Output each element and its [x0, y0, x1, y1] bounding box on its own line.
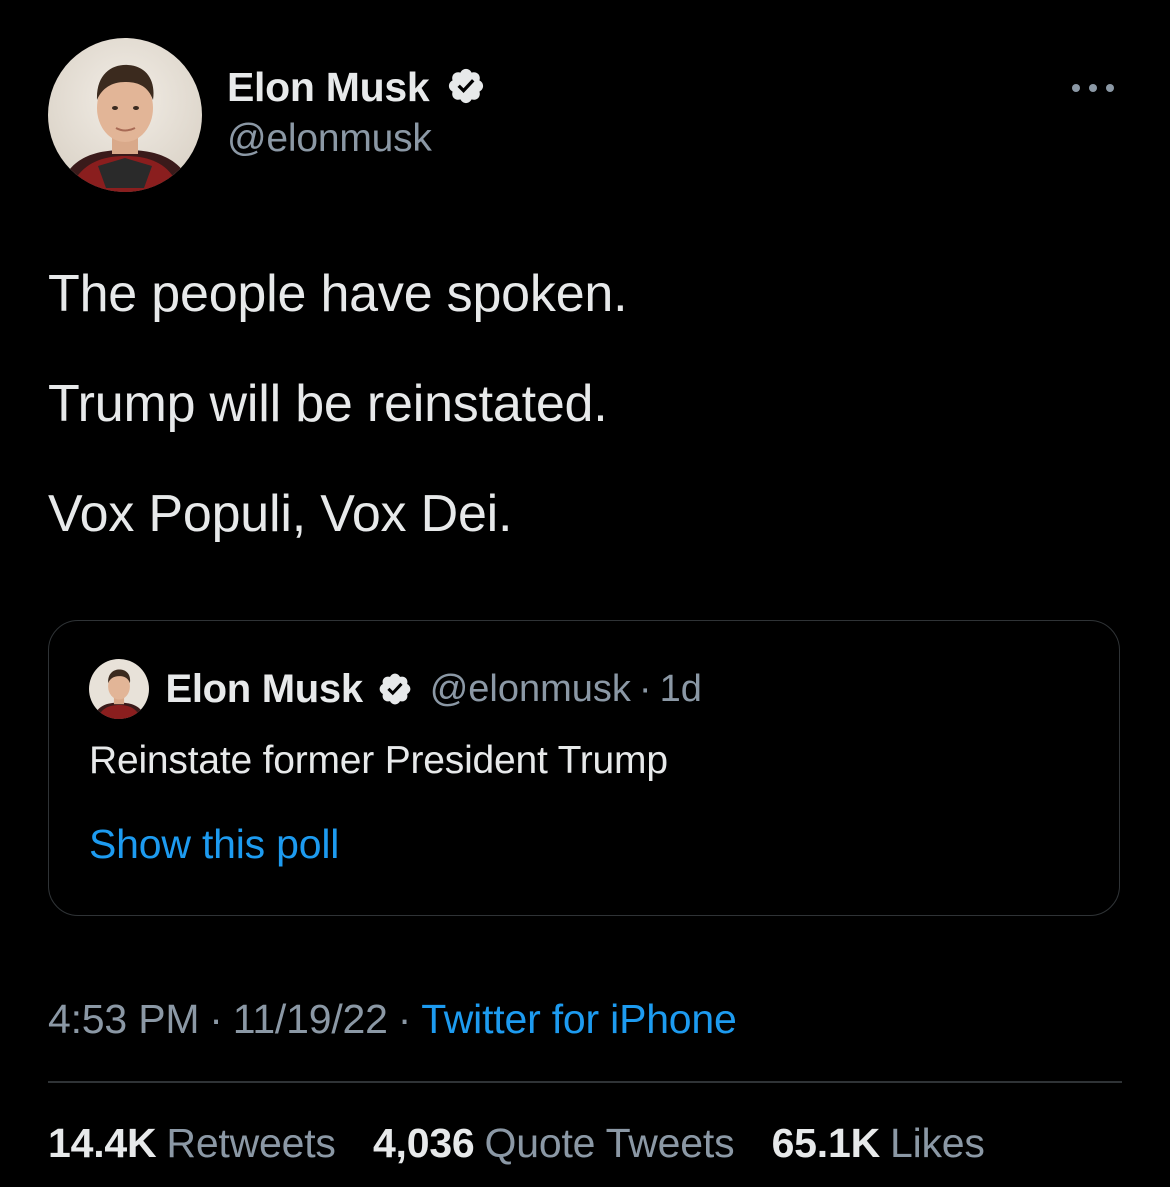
quoted-author-handle: @elonmusk [429, 667, 631, 710]
author-handle[interactable]: @elonmusk [227, 117, 486, 161]
tweet-author-row: Elon Musk @elonmusk [48, 38, 1122, 192]
show-poll-link[interactable]: Show this poll [89, 821, 339, 868]
more-horizontal-icon[interactable] [1068, 78, 1118, 98]
meta-separator: · [209, 996, 223, 1042]
likes-stat[interactable]: 65.1K Likes [772, 1120, 985, 1167]
tweet-text-line: Trump will be reinstated. [48, 375, 608, 433]
tweet-stats: 14.4K Retweets 4,036 Quote Tweets 65.1K Lik… [48, 1120, 1011, 1167]
retweets-stat[interactable]: 14.4K Retweets [48, 1120, 336, 1167]
quote-tweets-label: Quote Tweets [484, 1120, 735, 1166]
tweet-text-line: Vox Populi, Vox Dei. [48, 485, 513, 543]
tweet-text-line: The people have spoken. [48, 265, 628, 323]
quoted-author-avatar [89, 659, 149, 719]
quoted-tweet-card[interactable]: Elon Musk @elonmusk · 1d Reinstate former … [48, 620, 1120, 916]
quoted-tweet-age: 1d [659, 667, 702, 710]
verified-badge-icon [446, 66, 486, 106]
meta-separator: · [397, 996, 412, 1042]
likes-label: Likes [890, 1120, 985, 1166]
author-avatar[interactable] [48, 38, 202, 192]
author-display-name[interactable]: Elon Musk [227, 64, 430, 111]
quoted-separator: · [638, 667, 652, 710]
verified-badge-icon [377, 671, 413, 707]
quote-tweets-stat[interactable]: 4,036 Quote Tweets [372, 1120, 735, 1167]
quoted-author-display-name: Elon Musk [165, 666, 363, 711]
tweet-body: The people have spoken. Trump will be re… [48, 264, 1118, 594]
retweets-label: Retweets [166, 1120, 336, 1166]
quoted-tweet-header: Elon Musk @elonmusk · 1d [89, 659, 702, 719]
tweet-meta: 4:53 PM · 11/19/22 · Twitter for iPhone [48, 996, 737, 1043]
author-name-block: Elon Musk @elonmusk [227, 64, 486, 161]
tweet-date[interactable]: 11/19/22 [233, 996, 388, 1042]
retweets-count: 14.4K [48, 1120, 157, 1166]
divider [48, 1081, 1122, 1083]
quoted-tweet-text: Reinstate former President Trump [89, 739, 668, 782]
quote-tweets-count: 4,036 [372, 1120, 475, 1166]
tweet-source-link[interactable]: Twitter for iPhone [421, 996, 737, 1042]
likes-count: 65.1K [771, 1120, 881, 1166]
tweet-time[interactable]: 4:53 PM [48, 996, 199, 1042]
